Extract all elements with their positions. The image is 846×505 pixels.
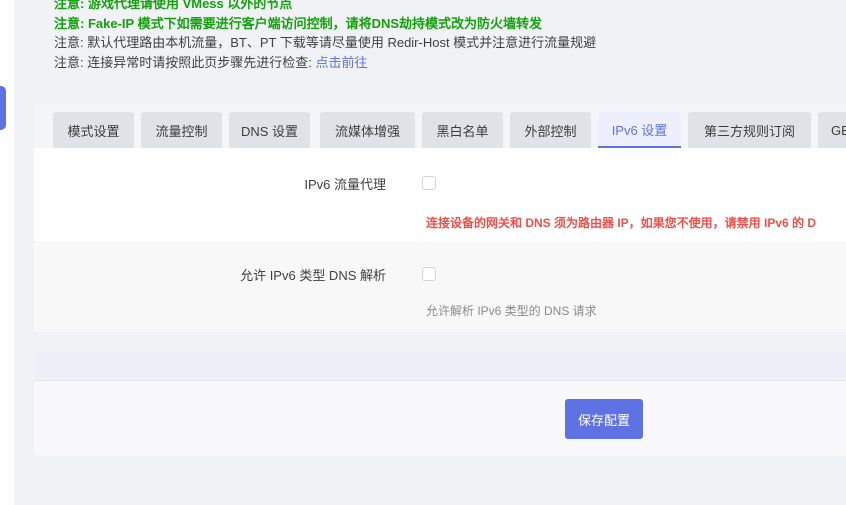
ipv6-proxy-checkbox[interactable] [422, 176, 436, 190]
notice-list: 注意: 游戏代理请使用 VMess 以外的节点 注意: Fake-IP 模式下如… [54, 0, 596, 72]
ipv6-dns-checkbox[interactable] [422, 267, 436, 281]
notice-prefix: 注意: [54, 54, 88, 70]
settings-card: 模式设置 流量控制 DNS 设置 流媒体增强 黑白名单 外部控制 IPv6 设置… [34, 104, 846, 332]
tab-mode-settings[interactable]: 模式设置 [53, 112, 134, 149]
tab-ipv6-settings[interactable]: IPv6 设置 [598, 112, 681, 149]
action-panel-header [34, 352, 846, 381]
notice-link[interactable]: 点击前往 [315, 55, 367, 70]
notice-item: 注意: 连接异常时请按照此页步骤先进行检查: 点击前往 [54, 53, 596, 73]
tab-geo[interactable]: GE [818, 112, 846, 149]
tab-traffic-control[interactable]: 流量控制 [141, 112, 222, 149]
ipv6-proxy-warning: 连接设备的网关和 DNS 须为路由器 IP，如果您不使用，请禁用 IPv6 的 … [426, 216, 817, 230]
setting-row-ipv6-proxy: IPv6 流量代理 连接设备的网关和 DNS 须为路由器 IP，如果您不使用，请… [34, 148, 846, 245]
tab-blacklist-whitelist[interactable]: 黑白名单 [422, 112, 503, 149]
tab-third-party-rules[interactable]: 第三方规则订阅 [688, 112, 811, 149]
notice-prefix: 注意: [54, 15, 88, 31]
setting-row-ipv6-dns: 允许 IPv6 类型 DNS 解析 允许解析 IPv6 类型的 DNS 请求 [34, 241, 846, 332]
notice-text: 连接异常时请按照此页步骤先进行检查: [87, 54, 316, 70]
notice-text: Fake-IP 模式下如需要进行客户端访问控制，请将DNS劫持模式改为防火墙转发 [87, 15, 543, 31]
tab-external-control[interactable]: 外部控制 [510, 112, 591, 149]
ipv6-proxy-label: IPv6 流量代理 [304, 177, 386, 192]
ipv6-dns-hint: 允许解析 IPv6 类型的 DNS 请求 [426, 304, 597, 318]
sidebar-active-marker [0, 86, 6, 130]
left-sidebar-edge [0, 0, 14, 505]
ipv6-dns-label: 允许 IPv6 类型 DNS 解析 [240, 268, 386, 283]
notice-text: 默认代理路由本机流量，BT、PT 下载等请尽量使用 Redir-Host 模式并… [87, 35, 597, 50]
notice-item: 注意: 游戏代理请使用 VMess 以外的节点 [54, 0, 596, 14]
notice-item: 注意: Fake-IP 模式下如需要进行客户端访问控制，请将DNS劫持模式改为防… [54, 14, 596, 34]
notice-prefix: 注意: [54, 0, 88, 11]
notice-prefix: 注意: [54, 35, 88, 50]
notice-text: 游戏代理请使用 VMess 以外的节点 [87, 0, 293, 11]
notice-item: 注意: 默认代理路由本机流量，BT、PT 下载等请尽量使用 Redir-Host… [54, 33, 596, 53]
save-config-button[interactable]: 保存配置 [565, 399, 643, 439]
action-panel: 保存配置 [34, 352, 846, 456]
tab-bar: 模式设置 流量控制 DNS 设置 流媒体增强 黑白名单 外部控制 IPv6 设置… [34, 104, 846, 149]
tab-dns-settings[interactable]: DNS 设置 [229, 112, 310, 149]
tab-streaming[interactable]: 流媒体增强 [320, 112, 415, 149]
